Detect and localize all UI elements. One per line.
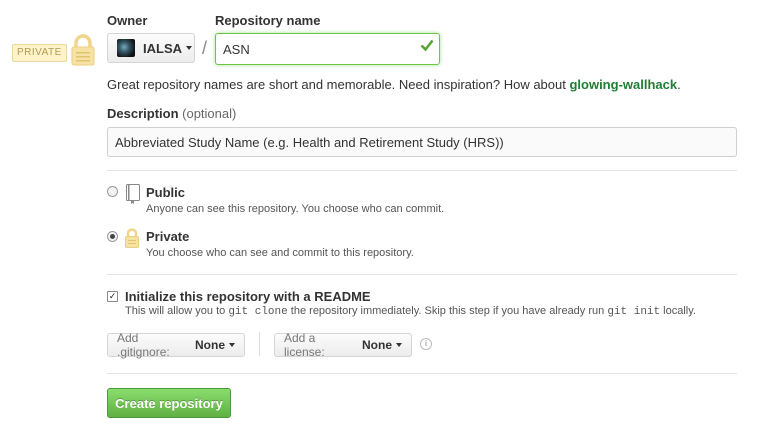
description-label: Description (optional): [107, 106, 237, 121]
repo-name-label: Repository name: [215, 13, 321, 28]
divider: [259, 332, 260, 356]
chevron-down-icon: [186, 46, 192, 50]
public-description: Anyone can see this repository. You choo…: [146, 203, 445, 215]
chevron-down-icon: [229, 343, 235, 347]
readme-description: This will allow you to git clone the rep…: [125, 305, 696, 318]
chevron-down-icon: [396, 343, 402, 347]
private-title: Private: [146, 229, 190, 244]
repo-name-input[interactable]: [215, 33, 440, 65]
owner-repo-separator: /: [202, 38, 208, 58]
private-description: You choose who can see and commit to thi…: [146, 247, 414, 259]
owner-avatar: [117, 39, 135, 57]
readme-title: Initialize this repository with a README: [125, 289, 371, 304]
license-select[interactable]: Add a license: None: [274, 331, 412, 359]
owner-label: Owner: [107, 13, 148, 28]
book-icon: [125, 183, 141, 208]
readme-checkbox[interactable]: ✓: [107, 291, 118, 302]
private-radio[interactable]: [107, 231, 118, 242]
private-lock-icon: [70, 34, 96, 66]
divider: [107, 373, 737, 374]
check-icon: [420, 38, 434, 57]
info-icon[interactable]: i: [420, 338, 432, 350]
description-input[interactable]: [107, 127, 737, 157]
create-repository-button[interactable]: Create repository: [107, 388, 231, 418]
public-title: Public: [146, 185, 186, 200]
divider: [107, 170, 737, 171]
public-radio[interactable]: [107, 186, 118, 197]
private-badge: PRIVATE: [12, 44, 67, 62]
divider: [107, 274, 737, 275]
name-hint: Great repository names are short and mem…: [107, 77, 681, 92]
lock-icon: [124, 227, 140, 252]
suggestion-link[interactable]: glowing-wallhack: [569, 77, 677, 92]
owner-select[interactable]: IALSA: [107, 33, 195, 63]
gitignore-select[interactable]: Add .gitignore: None: [107, 331, 245, 359]
owner-name: IALSA: [143, 40, 182, 56]
